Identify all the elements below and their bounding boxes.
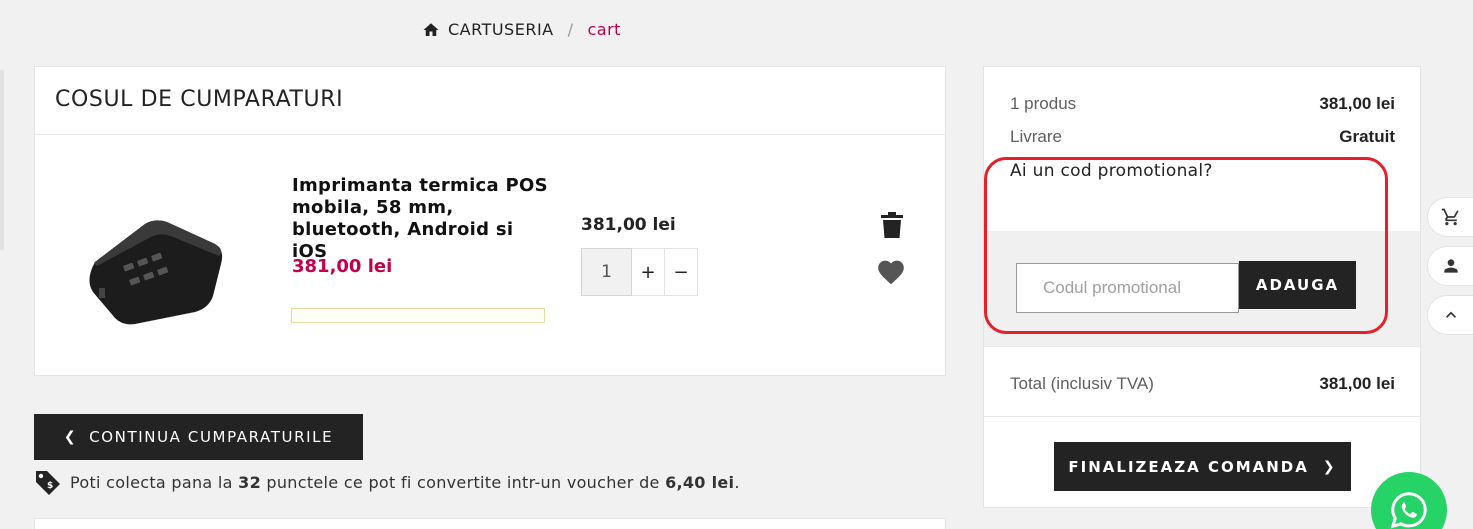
- svg-text:$: $: [47, 481, 54, 491]
- trash-icon[interactable]: [881, 212, 903, 238]
- product-info-bar: [291, 308, 545, 323]
- left-edge-panel: [0, 70, 4, 250]
- summary-products-value: 381,00 lei: [1319, 94, 1395, 113]
- quantity-input[interactable]: 1: [581, 248, 632, 296]
- product-price: 381,00 lei: [292, 256, 393, 277]
- summary-shipping-row: Livrare Gratuit: [1010, 127, 1395, 147]
- summary-shipping-value: Gratuit: [1339, 127, 1395, 146]
- order-summary: 1 produs 381,00 lei Livrare Gratuit Ai u…: [983, 66, 1421, 508]
- chevron-left-icon: ❮: [63, 429, 78, 445]
- loyalty-points-value: 32: [238, 472, 262, 492]
- chevron-right-icon: ❯: [1322, 458, 1337, 475]
- continue-shopping-label: CONTINUA CUMPARATURILE: [89, 428, 334, 446]
- checkout-button[interactable]: FINALIZEAZA COMANDA ❯: [1054, 442, 1351, 491]
- home-icon[interactable]: [422, 21, 440, 39]
- heart-icon[interactable]: [877, 259, 905, 285]
- next-section-card: [34, 518, 946, 529]
- side-scroll-top-button[interactable]: [1427, 295, 1473, 335]
- summary-total-row: Total (inclusiv TVA) 381,00 lei: [1010, 374, 1395, 394]
- summary-total-label: Total (inclusiv TVA): [1010, 374, 1154, 393]
- quantity-increment-button[interactable]: +: [632, 248, 665, 296]
- summary-shipping-label: Livrare: [1010, 127, 1062, 146]
- loyalty-text-end: .: [734, 472, 740, 492]
- user-icon: [1443, 259, 1458, 273]
- loyalty-points-note: $ Poti colecta pana la 32 punctele ce po…: [34, 469, 740, 495]
- breadcrumb-root-link[interactable]: CARTUSERIA: [448, 20, 554, 39]
- product-name-link[interactable]: Imprimanta termica POS mobila, 58 mm, bl…: [292, 175, 554, 263]
- breadcrumb: CARTUSERIA / cart: [422, 20, 621, 39]
- cart-card: COSUL DE CUMPARATURI Imprimanta termica …: [34, 66, 946, 376]
- loyalty-text-middle: punctele ce pot fi convertite intr-un vo…: [266, 472, 660, 492]
- chevron-up-icon: [1445, 311, 1456, 318]
- breadcrumb-current: cart: [587, 20, 621, 39]
- side-cart-button[interactable]: [1427, 197, 1473, 237]
- summary-total-value: 381,00 lei: [1319, 374, 1395, 393]
- summary-products-label: 1 produs: [1010, 94, 1077, 113]
- loyalty-text-before: Poti colecta pana la: [70, 472, 233, 492]
- continue-shopping-button[interactable]: ❮ CONTINUA CUMPARATURILE: [34, 414, 363, 460]
- cart-icon: [1441, 208, 1459, 226]
- side-account-button[interactable]: [1427, 246, 1473, 286]
- promo-question-toggle[interactable]: Ai un cod promotional?: [1010, 161, 1213, 181]
- add-promo-button[interactable]: ADAUGA: [1239, 261, 1356, 309]
- summary-divider: [984, 346, 1420, 347]
- summary-products-row: 1 produs 381,00 lei: [1010, 94, 1395, 114]
- quantity-stepper: 1 + −: [581, 248, 698, 296]
- loyalty-voucher-value: 6,40 lei: [665, 472, 735, 492]
- product-image[interactable]: [75, 192, 231, 334]
- unit-price: 381,00 lei: [581, 215, 676, 235]
- quantity-decrement-button[interactable]: −: [665, 248, 698, 296]
- tag-icon: $: [36, 471, 60, 495]
- cart-title: COSUL DE CUMPARATURI: [35, 67, 945, 135]
- breadcrumb-separator: /: [567, 20, 574, 39]
- summary-divider: [984, 416, 1420, 417]
- promo-code-input[interactable]: [1016, 263, 1239, 313]
- whatsapp-icon: [1390, 492, 1427, 529]
- checkout-label: FINALIZEAZA COMANDA: [1068, 457, 1309, 476]
